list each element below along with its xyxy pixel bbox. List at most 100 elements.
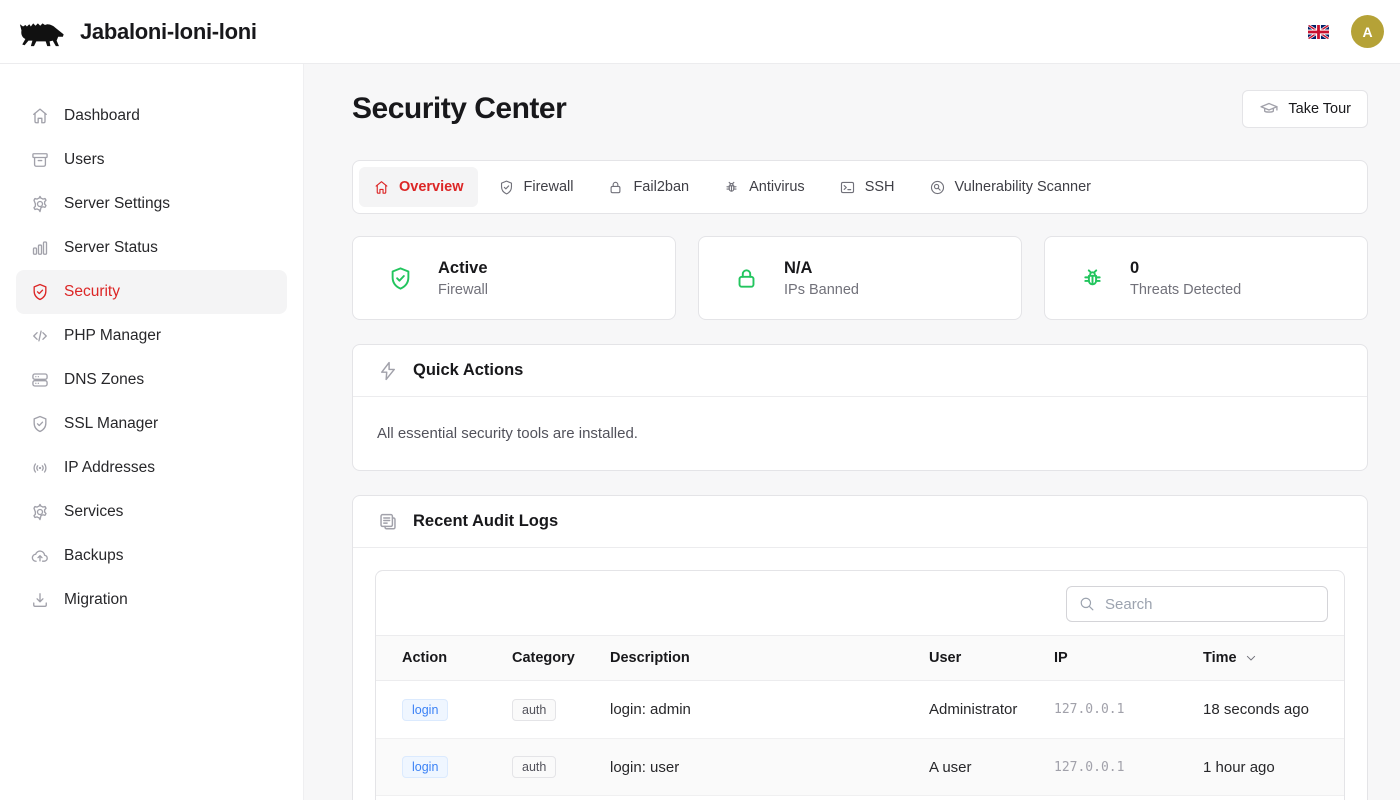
cell-description: login: user [610, 759, 929, 776]
boar-logo-icon [16, 14, 66, 50]
sidebar-item-dns-zones[interactable]: DNS Zones [16, 358, 287, 402]
cell-description: login: admin [610, 701, 929, 718]
graduation-cap-icon [1259, 99, 1279, 119]
audit-table-card: Action Category Description User IP Time… [375, 570, 1345, 800]
cell-ip: 127.0.0.1 [1054, 702, 1203, 717]
tab-label: Fail2ban [633, 179, 689, 195]
quick-actions-section: Quick Actions All essential security too… [352, 344, 1368, 471]
lightning-icon [377, 360, 399, 382]
column-header-ip[interactable]: IP [1054, 650, 1203, 666]
top-header: Jabaloni-loni-loni A [0, 0, 1400, 64]
sidebar: Dashboard Users Server Settings Server S… [0, 64, 304, 800]
sidebar-item-label: Dashboard [64, 107, 140, 125]
cell-user: A user [929, 759, 1054, 776]
audit-log-row: login auth login: user A user 127.0.0.1 … [376, 738, 1344, 795]
shield-check-icon [498, 179, 515, 196]
audit-table-header: Action Category Description User IP Time [376, 635, 1344, 681]
tab-label: SSH [865, 179, 895, 195]
stat-card-firewall: Active Firewall [352, 236, 676, 320]
cell-time: 18 seconds ago [1203, 701, 1318, 718]
chevron-down-icon [1243, 650, 1259, 666]
column-header-time[interactable]: Time [1203, 650, 1318, 666]
stat-label: IPs Banned [784, 282, 859, 298]
sidebar-item-security[interactable]: Security [16, 270, 287, 314]
language-flag-icon[interactable] [1308, 25, 1329, 39]
column-header-category[interactable]: Category [512, 650, 610, 666]
audit-table-next-row [376, 795, 1344, 800]
audit-table-body: login auth login: admin Administrator 12… [376, 681, 1344, 795]
main-content: Security Center Take Tour Overview Firew… [304, 64, 1400, 800]
tab-overview[interactable]: Overview [359, 167, 478, 207]
sidebar-item-label: Server Settings [64, 195, 170, 213]
cell-time: 1 hour ago [1203, 759, 1318, 776]
server-stack-icon [30, 370, 50, 390]
shield-check-icon [30, 282, 50, 302]
search-input[interactable] [1105, 596, 1316, 613]
sidebar-item-label: IP Addresses [64, 459, 155, 477]
sidebar-item-label: SSL Manager [64, 415, 158, 433]
stat-value: 0 [1130, 259, 1241, 278]
sidebar-item-label: Backups [64, 547, 123, 565]
archive-box-icon [30, 150, 50, 170]
column-header-user[interactable]: User [929, 650, 1054, 666]
tab-fail2ban[interactable]: Fail2ban [593, 167, 703, 207]
category-badge: auth [512, 699, 556, 721]
terminal-icon [839, 179, 856, 196]
clipboard-icon [377, 511, 399, 533]
sidebar-item-backups[interactable]: Backups [16, 534, 287, 578]
stat-label: Firewall [438, 282, 488, 298]
gear-icon [30, 194, 50, 214]
tab-label: Antivirus [749, 179, 805, 195]
tab-vulnerability-scanner[interactable]: Vulnerability Scanner [915, 167, 1105, 207]
sidebar-item-label: Server Status [64, 239, 158, 257]
page-title: Security Center [352, 92, 566, 126]
audit-logs-section: Recent Audit Logs Action Category Descri… [352, 495, 1368, 800]
sidebar-item-services[interactable]: Services [16, 490, 287, 534]
sidebar-item-server-status[interactable]: Server Status [16, 226, 287, 270]
tab-antivirus[interactable]: Antivirus [709, 167, 819, 207]
action-badge: login [402, 756, 448, 778]
search-icon [1078, 595, 1096, 613]
sidebar-item-users[interactable]: Users [16, 138, 287, 182]
audit-search [1066, 586, 1328, 622]
audit-logs-title: Recent Audit Logs [413, 512, 558, 531]
sidebar-item-ssl-manager[interactable]: SSL Manager [16, 402, 287, 446]
sidebar-item-label: Services [64, 503, 123, 521]
tab-firewall[interactable]: Firewall [484, 167, 588, 207]
stat-card-ips-banned: N/A IPs Banned [698, 236, 1022, 320]
column-header-action[interactable]: Action [402, 650, 512, 666]
action-badge: login [402, 699, 448, 721]
tab-label: Firewall [524, 179, 574, 195]
column-header-description[interactable]: Description [610, 650, 929, 666]
take-tour-button[interactable]: Take Tour [1242, 90, 1368, 128]
stat-card-threats-detected: 0 Threats Detected [1044, 236, 1368, 320]
audit-log-row: login auth login: admin Administrator 12… [376, 681, 1344, 738]
sidebar-item-label: PHP Manager [64, 327, 161, 345]
tab-label: Vulnerability Scanner [955, 179, 1091, 195]
lock-icon [607, 179, 624, 196]
user-avatar[interactable]: A [1351, 15, 1384, 48]
sidebar-item-php-manager[interactable]: PHP Manager [16, 314, 287, 358]
bug-icon [1079, 265, 1106, 292]
bar-chart-icon [30, 238, 50, 258]
download-icon [30, 590, 50, 610]
home-icon [373, 179, 390, 196]
sidebar-item-server-settings[interactable]: Server Settings [16, 182, 287, 226]
sidebar-item-label: Migration [64, 591, 128, 609]
code-icon [30, 326, 50, 346]
sidebar-item-migration[interactable]: Migration [16, 578, 287, 622]
cell-ip: 127.0.0.1 [1054, 760, 1203, 775]
sidebar-item-ip-addresses[interactable]: IP Addresses [16, 446, 287, 490]
broadcast-icon [30, 458, 50, 478]
sidebar-item-dashboard[interactable]: Dashboard [16, 94, 287, 138]
tab-ssh[interactable]: SSH [825, 167, 909, 207]
stat-value: Active [438, 259, 488, 278]
sidebar-item-label: DNS Zones [64, 371, 144, 389]
take-tour-label: Take Tour [1288, 101, 1351, 117]
sidebar-item-label: Security [64, 283, 120, 301]
stat-cards: Active Firewall N/A IPs Banned 0 Threats… [352, 236, 1368, 320]
category-badge: auth [512, 756, 556, 778]
sidebar-nav: Dashboard Users Server Settings Server S… [0, 94, 303, 622]
tab-label: Overview [399, 179, 464, 195]
app-title: Jabaloni-loni-loni [80, 19, 257, 45]
